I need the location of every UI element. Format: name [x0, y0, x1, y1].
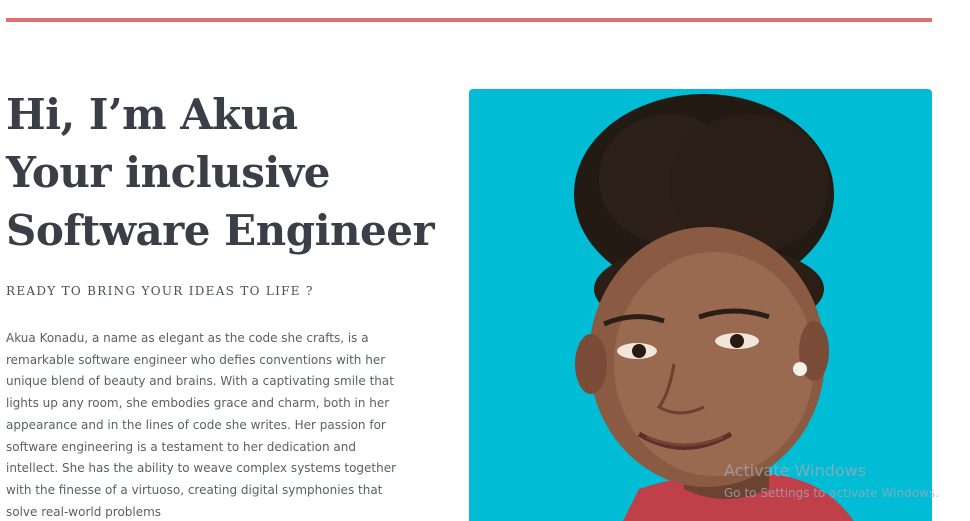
hero-intro: Hi, I’m Akua Your inclusive Software Eng…: [6, 86, 436, 521]
header-divider: [6, 18, 932, 22]
hero-tagline: READY TO BRING YOUR IDEAS TO LIFE ?: [6, 284, 314, 298]
hero-heading: Hi, I’m Akua Your inclusive Software Eng…: [6, 86, 436, 260]
portrait-illustration: [574, 94, 854, 521]
hero-heading-line-2: Your inclusive: [6, 148, 330, 197]
watermark-subtitle: Go to Settings to activate Windows.: [724, 486, 939, 500]
hero-heading-line-3: Software Engineer: [6, 206, 435, 255]
hero-heading-line-1: Hi, I’m Akua: [6, 90, 298, 139]
profile-photo: [469, 89, 932, 521]
watermark-title: Activate Windows: [724, 461, 867, 480]
hero-bio: Akua Konadu, a name as elegant as the co…: [6, 331, 397, 519]
activate-windows-watermark: Activate Windows Go to Settings to activ…: [724, 461, 939, 501]
